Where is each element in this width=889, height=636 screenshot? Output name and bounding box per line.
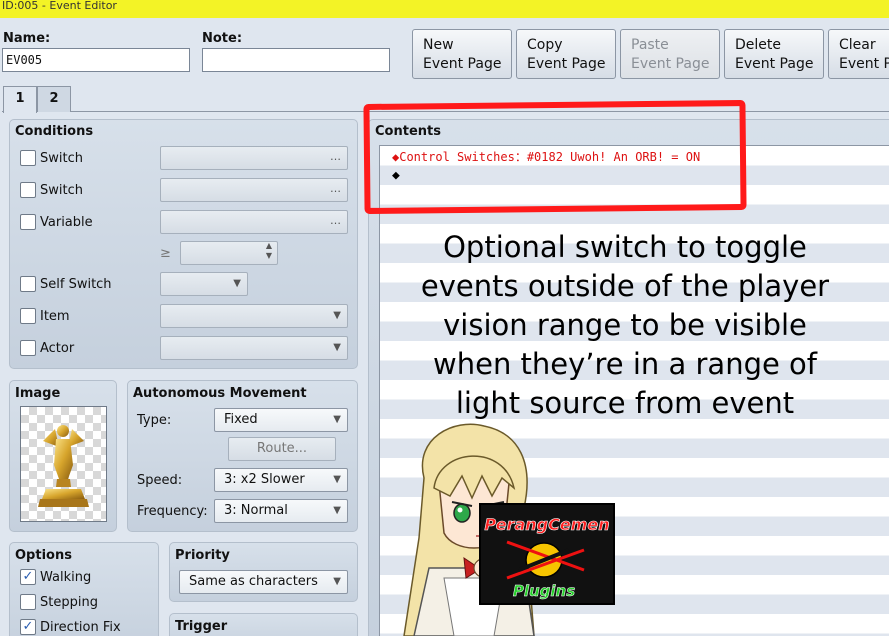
actor-checkbox[interactable]: [20, 340, 36, 356]
conditions-title: Conditions: [15, 124, 94, 139]
event-image-preview[interactable]: [20, 406, 107, 522]
chevron-down-icon: ▼: [333, 474, 341, 485]
chevron-down-icon: ▼: [333, 414, 341, 425]
button-label-line2: Event Page: [423, 56, 502, 72]
tab-page-1[interactable]: 1: [3, 86, 37, 113]
item-checkbox[interactable]: [20, 308, 36, 324]
switch2-label: Switch: [40, 183, 83, 198]
variable-label: Variable: [40, 215, 93, 230]
movement-speed-value: 3: x2 Slower: [224, 472, 305, 487]
button-label-line2: Event Page: [839, 56, 889, 72]
chevron-down-icon: ▼: [333, 576, 341, 587]
clear-event-page-button[interactable]: Clear Event Page: [828, 29, 889, 79]
button-label-line1: Copy: [527, 37, 563, 53]
priority-title: Priority: [175, 548, 230, 563]
walking-label: Walking: [40, 570, 92, 585]
spinner-arrows-icon[interactable]: ▲ ▼: [266, 242, 272, 261]
annotation-line: vision range to be visible: [443, 308, 807, 342]
stepping-checkbox[interactable]: [20, 594, 36, 610]
switch1-label: Switch: [40, 151, 83, 166]
autonomous-title: Autonomous Movement: [133, 386, 307, 401]
button-label-line2: Event Page: [527, 56, 606, 72]
delete-event-page-button[interactable]: Delete Event Page: [724, 29, 824, 79]
ge-symbol: ≥: [160, 246, 171, 261]
window-title: ID:005 - Event Editor: [2, 0, 117, 12]
priority-select[interactable]: Same as characters ▼: [179, 570, 348, 594]
golden-statue-icon: [38, 425, 89, 507]
movement-frequency-select[interactable]: 3: Normal ▼: [214, 499, 348, 523]
self-switch-select[interactable]: ▼: [160, 272, 248, 296]
button-label-line1: New: [423, 37, 454, 53]
actor-select[interactable]: ▼: [160, 336, 348, 360]
ellipsis-icon: …: [330, 182, 341, 195]
copy-event-page-button[interactable]: Copy Event Page: [516, 29, 616, 79]
chevron-down-icon: ▼: [333, 310, 341, 321]
chevron-down-icon: ▼: [333, 505, 341, 516]
variable-checkbox[interactable]: [20, 214, 36, 230]
item-label: Item: [40, 309, 70, 324]
priority-value: Same as characters: [189, 574, 318, 589]
annotation-text: Optional switch to toggle events outside…: [390, 228, 860, 423]
options-title: Options: [15, 548, 72, 563]
sign-subtitle: Plugins: [513, 582, 575, 600]
button-label-line1: Clear: [839, 37, 876, 53]
actor-label: Actor: [40, 341, 75, 356]
variable-select[interactable]: …: [160, 210, 348, 234]
route-button[interactable]: Route...: [228, 437, 336, 461]
note-label: Note:: [202, 31, 243, 46]
speed-label: Speed:: [137, 473, 183, 488]
frequency-label: Frequency:: [137, 504, 208, 519]
name-label: Name:: [3, 31, 51, 46]
ellipsis-icon: …: [330, 150, 341, 163]
annotation-line: events outside of the player: [420, 269, 830, 303]
item-select[interactable]: ▼: [160, 304, 348, 328]
button-label-line1: Paste: [631, 37, 669, 53]
ellipsis-icon: …: [330, 214, 341, 227]
movement-type-select[interactable]: Fixed ▼: [214, 408, 348, 432]
self-switch-label: Self Switch: [40, 277, 112, 292]
mascot-illustration: PerangCemen Plugins: [384, 418, 624, 636]
button-label-line2: Event Page: [735, 56, 814, 72]
switch2-select[interactable]: …: [160, 178, 348, 202]
annotation-line: when they’re in a range of: [433, 347, 817, 381]
type-label: Type:: [137, 413, 172, 428]
switch1-checkbox[interactable]: [20, 150, 36, 166]
sign-title: PerangCemen: [484, 515, 609, 534]
chevron-down-icon: ▼: [233, 278, 241, 289]
annotation-line: Optional switch to toggle: [443, 230, 807, 264]
image-title: Image: [15, 386, 61, 401]
mascot-character-icon: PerangCemen Plugins: [403, 423, 615, 636]
switch2-checkbox[interactable]: [20, 182, 36, 198]
window-title-bar[interactable]: ID:005 - Event Editor: [0, 0, 889, 18]
name-input[interactable]: EV005: [2, 48, 190, 72]
movement-speed-select[interactable]: 3: x2 Slower ▼: [214, 468, 348, 492]
chevron-down-icon: ▼: [333, 342, 341, 353]
stepping-label: Stepping: [40, 595, 98, 610]
direction-fix-checkbox[interactable]: ✓: [20, 619, 36, 635]
trigger-title: Trigger: [175, 619, 228, 634]
new-event-page-button[interactable]: New Event Page: [412, 29, 512, 79]
button-label-line2: Event Page: [631, 56, 710, 72]
annotation-highlight-box: [363, 100, 747, 214]
self-switch-checkbox[interactable]: [20, 276, 36, 292]
movement-type-value: Fixed: [224, 412, 258, 427]
variable-value-spinner[interactable]: ▲ ▼: [180, 241, 278, 265]
paste-event-page-button[interactable]: Paste Event Page: [620, 29, 720, 79]
note-input[interactable]: [202, 48, 390, 72]
direction-fix-label: Direction Fix: [40, 620, 121, 635]
button-label-line1: Delete: [735, 37, 781, 53]
movement-frequency-value: 3: Normal: [224, 503, 288, 518]
switch1-select[interactable]: …: [160, 146, 348, 170]
walking-checkbox[interactable]: ✓: [20, 569, 36, 585]
tab-page-2[interactable]: 2: [37, 86, 71, 112]
